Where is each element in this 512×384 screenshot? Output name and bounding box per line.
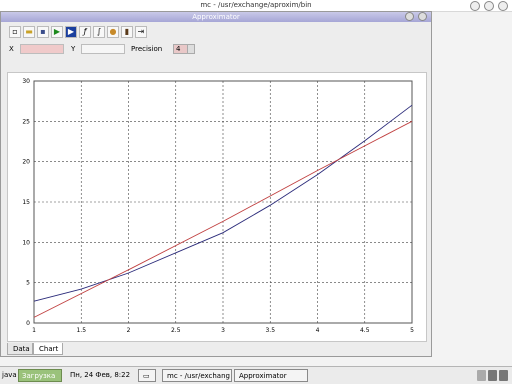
y-label: Y — [71, 45, 76, 53]
run-icon[interactable]: ▶ — [51, 26, 63, 38]
clock[interactable]: Пн, 24 Фев, 8:22 — [70, 369, 132, 382]
show-desktop-button[interactable]: ▭ — [138, 369, 156, 382]
x-tick-label: 4.5 — [360, 327, 370, 334]
tab-data[interactable]: Data — [7, 343, 33, 355]
precision-spinner[interactable]: 4 — [173, 44, 195, 54]
java-launcher[interactable]: java — [2, 369, 18, 382]
y-tick-label: 0 — [26, 320, 30, 327]
background-window-controls — [468, 1, 508, 12]
minimize-icon[interactable] — [469, 1, 480, 11]
loading-indicator: Загрузка — [18, 369, 62, 382]
x-input[interactable] — [20, 44, 64, 54]
y-input[interactable] — [81, 44, 125, 54]
tab-chart[interactable]: Chart — [33, 343, 63, 355]
book-icon[interactable]: ▮ — [121, 26, 133, 38]
y-tick-label: 5 — [26, 280, 30, 287]
close-icon[interactable] — [498, 1, 508, 11]
y-tick-label: 30 — [22, 78, 30, 85]
parameter-bar: X Y Precision 4 — [9, 44, 429, 56]
exit-icon[interactable]: ⇥ — [135, 26, 147, 38]
y-tick-label: 15 — [22, 199, 30, 206]
app-minimize-icon[interactable] — [404, 12, 414, 21]
taskbar-item-approximator[interactable]: Approximator — [234, 369, 308, 382]
background-window-title: mc - /usr/exchange/aproxim/bin — [200, 1, 312, 9]
y-tick-label: 20 — [22, 159, 30, 166]
sound-icon[interactable] — [488, 370, 497, 381]
x-tick-label: 3.5 — [265, 327, 275, 334]
x-tick-label: 4 — [316, 327, 320, 334]
taskbar-item-approximator-label: Approximator — [239, 372, 287, 380]
x-label: X — [9, 45, 14, 53]
integral-icon[interactable]: ∫ — [93, 26, 105, 38]
system-tray — [477, 369, 508, 382]
open-folder-icon[interactable]: ▬ — [23, 26, 35, 38]
app-title: Approximator — [192, 13, 240, 21]
battery-icon[interactable] — [499, 370, 508, 381]
x-tick-label: 2.5 — [171, 327, 181, 334]
app-close-icon[interactable] — [418, 12, 427, 21]
step-icon[interactable]: ▶ — [65, 26, 77, 38]
x-tick-label: 3 — [221, 327, 225, 334]
app-window-controls — [403, 12, 427, 22]
approximator-window: Approximator ▫ ▬ ▪ ▶ ▶ ƒ ∫ ● ▮ ⇥ X Y Pre… — [0, 11, 432, 357]
taskbar-item-mc-label: mc - /usr/exchang — [167, 372, 230, 380]
x-tick-label: 2 — [127, 327, 131, 334]
x-tick-label: 1 — [32, 327, 36, 334]
x-tick-label: 1.5 — [76, 327, 86, 334]
chart-svg: 1 1.5 2 2.5 3 3.5 4 4.5 5 0 5 10 15 20 25 30 — [22, 78, 414, 334]
taskbar-item-mc[interactable]: mc - /usr/exchang — [162, 369, 232, 382]
spinner-arrows-icon[interactable] — [187, 45, 194, 53]
precision-value: 4 — [176, 45, 181, 53]
y-tick-label: 10 — [22, 239, 30, 246]
function-icon[interactable]: ƒ — [79, 26, 91, 38]
network-icon[interactable] — [477, 370, 486, 381]
chart-panel: 1 1.5 2 2.5 3 3.5 4 4.5 5 0 5 10 15 20 25 30 — [7, 72, 427, 342]
y-tick-label: 25 — [22, 118, 30, 125]
toolbar: ▫ ▬ ▪ ▶ ▶ ƒ ∫ ● ▮ ⇥ — [9, 26, 147, 40]
save-icon[interactable]: ▪ — [37, 26, 49, 38]
precision-label: Precision — [131, 45, 163, 53]
taskbar: java Загрузка Пн, 24 Фев, 8:22 ▭ mc - /u… — [0, 366, 512, 384]
x-tick-label: 5 — [410, 327, 414, 334]
maximize-icon[interactable] — [483, 1, 494, 11]
new-file-icon[interactable]: ▫ — [9, 26, 21, 38]
hand-icon[interactable]: ● — [107, 26, 119, 38]
app-titlebar[interactable]: Approximator — [1, 12, 431, 22]
